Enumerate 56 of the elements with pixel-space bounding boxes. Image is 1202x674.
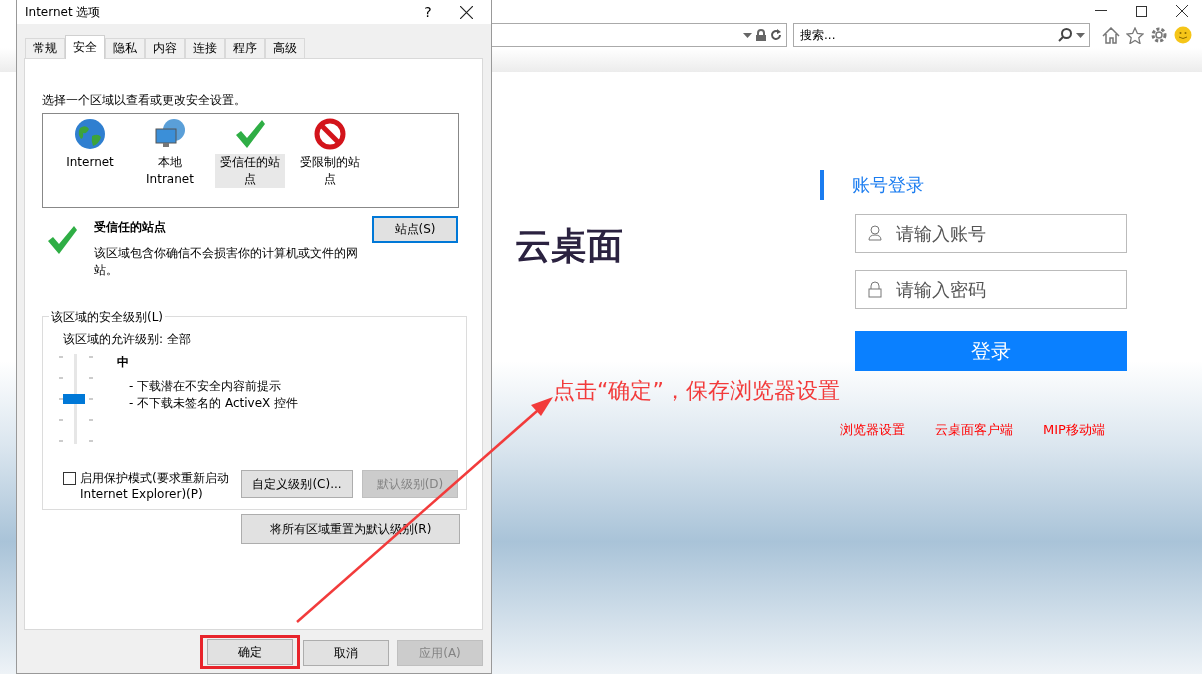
- home-icon[interactable]: [1102, 26, 1120, 44]
- search-field[interactable]: 搜索...: [793, 23, 1090, 47]
- tab[interactable]: 常规: [25, 38, 65, 58]
- dialog-button[interactable]: 取消: [303, 640, 389, 666]
- level-name: 中: [117, 354, 130, 371]
- settings-icon[interactable]: [1150, 26, 1168, 44]
- sites-button[interactable]: 站点(S): [372, 216, 458, 243]
- star-icon[interactable]: [1126, 26, 1144, 44]
- login-button[interactable]: 登录: [855, 331, 1127, 371]
- globe-icon: [74, 118, 106, 150]
- zone-item[interactable]: 受信任的站点: [215, 118, 285, 207]
- zone-description: 该区域包含你确信不会损害你的计算机或文件的网站。: [94, 245, 359, 279]
- help-button[interactable]: ?: [418, 4, 438, 20]
- refresh-icon[interactable]: [770, 29, 782, 41]
- user-icon: [868, 225, 882, 241]
- checkmark-icon: [46, 224, 78, 256]
- tab[interactable]: 连接: [185, 38, 225, 58]
- caret-icon[interactable]: [1076, 32, 1085, 38]
- no-entry-icon: [314, 118, 346, 150]
- tab[interactable]: 程序: [225, 38, 265, 58]
- dialog-button[interactable]: 确定: [207, 639, 293, 665]
- protected-mode-checkbox[interactable]: 启用保护模式(要求重新启动 Internet Explorer)(P): [63, 470, 241, 502]
- tab[interactable]: 内容: [145, 38, 185, 58]
- instruction-text: 选择一个区域以查看或更改安全设置。: [42, 92, 247, 108]
- caret-icon[interactable]: [743, 32, 752, 38]
- password-field[interactable]: 请输入密码: [855, 270, 1127, 309]
- maximize-icon[interactable]: [1136, 5, 1147, 17]
- tab[interactable]: 高级: [265, 38, 305, 58]
- slider-thumb[interactable]: [63, 394, 85, 404]
- group-legend: 该区域的安全级别(L): [49, 309, 166, 326]
- brand-logo-text: 云桌面: [515, 224, 623, 266]
- search-icon[interactable]: [1058, 28, 1072, 42]
- tab[interactable]: 安全: [65, 35, 105, 59]
- monitor-globe-icon: [154, 118, 186, 150]
- tab[interactable]: 隐私: [105, 38, 145, 58]
- minimize-icon[interactable]: [1095, 10, 1107, 12]
- zone-item[interactable]: 受限制的站点: [295, 118, 365, 207]
- address-field[interactable]: [490, 23, 787, 47]
- level-description: - 不下载未签名的 ActiveX 控件: [129, 395, 299, 412]
- allowed-level-text: 该区域的允许级别: 全部: [63, 331, 192, 348]
- zone-title: 受信任的站点: [94, 219, 167, 236]
- dialog-title: Internet 选项: [25, 3, 102, 21]
- smiley-icon[interactable]: [1174, 26, 1192, 44]
- username-field[interactable]: 请输入账号: [855, 214, 1127, 253]
- close-icon[interactable]: [460, 5, 473, 19]
- lock-icon: [868, 281, 882, 298]
- zone-item[interactable]: Internet: [55, 118, 125, 207]
- security-slider[interactable]: [59, 354, 93, 444]
- level-description: - 下载潜在不安全内容前提示: [129, 378, 283, 395]
- checkmark-icon: [234, 118, 266, 150]
- custom-level-button[interactable]: 自定义级别(C)...: [241, 470, 353, 498]
- login-heading: 账号登录: [820, 170, 924, 200]
- lock-icon: [756, 29, 766, 41]
- close-icon[interactable]: [1176, 5, 1188, 17]
- zone-item[interactable]: 本地 Intranet: [135, 118, 205, 207]
- annotation-text: 点击“确定”，保存浏览器设置: [553, 377, 840, 405]
